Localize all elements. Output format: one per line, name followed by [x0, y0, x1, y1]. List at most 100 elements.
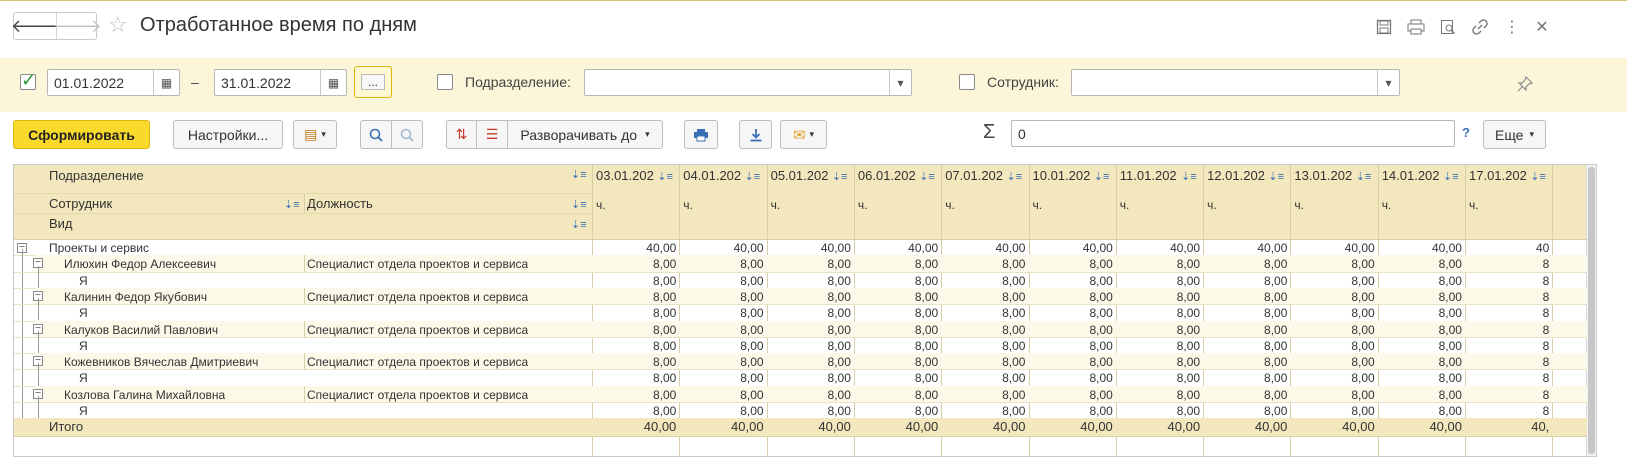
sort-icon[interactable]: ⇣≡ — [571, 168, 587, 181]
employee-value: 8,00 — [1264, 322, 1288, 337]
variants-button[interactable]: ▤ ▾ — [293, 120, 337, 149]
forward-arrow-icon[interactable]: 🡒 — [53, 13, 102, 39]
kind-value: 8,00 — [740, 371, 764, 386]
send-email-button[interactable]: ✉ ▾ — [780, 120, 827, 149]
tree-guide — [22, 249, 23, 419]
employee-value: 8,00 — [1089, 257, 1113, 272]
vertical-scrollbar[interactable] — [1586, 165, 1596, 456]
sort-icon[interactable]: ⇣≡ — [1181, 170, 1197, 183]
report-table[interactable]: Подразделение ⇣≡ Сотрудник ⇣≡ Должность ⇣≡ Вид… — [13, 164, 1597, 457]
column-divider — [304, 193, 305, 213]
help-icon[interactable]: ? — [1462, 125, 1470, 140]
employee-value: 8,00 — [740, 355, 764, 370]
dropdown-icon[interactable]: ▾ — [889, 70, 911, 95]
download-icon — [750, 128, 761, 141]
calendar-icon[interactable]: ▦ — [153, 70, 179, 95]
kind-value: 8,00 — [1002, 338, 1026, 353]
pin-icon[interactable] — [1513, 72, 1537, 96]
close-icon[interactable]: ✕ — [1530, 15, 1554, 39]
kind-value: 8,00 — [1351, 306, 1375, 321]
save-icon[interactable] — [1372, 15, 1396, 39]
row-divider — [14, 436, 1587, 438]
period-checkbox[interactable] — [20, 70, 36, 91]
employee-value: 8,00 — [1176, 322, 1201, 337]
sort-icon[interactable]: ⇣≡ — [1094, 170, 1110, 183]
employee-value: 8,00 — [1438, 355, 1462, 370]
kind-value: 8,00 — [1438, 273, 1462, 288]
kind-value: 8,00 — [1089, 338, 1113, 353]
dropdown-icon[interactable]: ▾ — [1377, 70, 1399, 95]
employee-name: Илюхин Федор Алексеевич — [64, 257, 217, 272]
favorite-star-icon[interactable]: ☆ — [108, 12, 128, 38]
period-select-button[interactable]: ... — [354, 66, 392, 98]
more-vertical-icon[interactable]: ⋮ — [1500, 15, 1524, 39]
employee-value: 8,00 — [827, 257, 851, 272]
sort-icon[interactable]: ⇣≡ — [832, 170, 848, 183]
kind-value: 8,00 — [1264, 404, 1288, 418]
sort-icon[interactable]: ⇣≡ — [919, 170, 935, 183]
department-checkbox[interactable] — [437, 74, 453, 90]
expand-to-button[interactable]: Разворачивать до ▾ — [507, 120, 663, 149]
kind-value: 8,00 — [1438, 338, 1462, 353]
employee-value: 8,00 — [914, 257, 939, 272]
sort-icon[interactable]: ⇣≡ — [1268, 170, 1284, 183]
scrollbar-thumb[interactable] — [1588, 167, 1595, 454]
sort-icon[interactable]: ⇣≡ — [571, 198, 587, 211]
employee-field[interactable]: ▾ — [1071, 69, 1400, 96]
date-to-field[interactable]: 31.01.2022 ▦ — [214, 69, 347, 96]
sort-icon[interactable]: ⇣≡ — [1007, 170, 1023, 183]
employee-value: 8,00 — [1351, 322, 1375, 337]
print-button[interactable] — [684, 120, 718, 149]
calendar-icon[interactable]: ▦ — [320, 70, 346, 95]
employee-value: 8,00 — [914, 322, 939, 337]
employee-position: Специалист отдела проектов и сервиса — [307, 387, 529, 402]
report-variants-icon: ▤ — [304, 126, 318, 142]
tree-guide — [38, 298, 39, 321]
expand-button[interactable]: ☰ — [476, 120, 508, 149]
sort-icon[interactable]: ⇣≡ — [745, 170, 761, 183]
total-value: 40,00 — [643, 419, 677, 435]
group-value: 40,00 — [1344, 241, 1375, 255]
kind-value: 8,00 — [652, 306, 677, 321]
print-icon[interactable] — [1404, 15, 1428, 39]
employee-value: 8,00 — [652, 355, 677, 370]
kind-value: 8,00 — [827, 306, 851, 321]
settings-button[interactable]: Настройки... — [173, 120, 283, 149]
sum-field[interactable]: 0 — [1011, 120, 1455, 147]
row-divider — [14, 336, 1587, 338]
employee-value: 8 — [1542, 257, 1550, 272]
sort-icon[interactable]: ⇣≡ — [1356, 170, 1372, 183]
cancel-search-button[interactable] — [391, 120, 423, 149]
more-button[interactable]: Еще ▾ — [1483, 120, 1546, 149]
kind-value: 8,00 — [1089, 306, 1113, 321]
kind-value: 8,00 — [1351, 371, 1375, 386]
date-from-field[interactable]: 01.01.2022 ▦ — [47, 69, 180, 96]
download-button[interactable] — [739, 120, 772, 149]
collapse-button[interactable]: ⇅ — [446, 120, 477, 149]
expand-to-label: Разворачивать до — [520, 126, 638, 143]
kind-value: 8,00 — [827, 404, 851, 418]
department-field[interactable]: ▾ — [584, 69, 912, 96]
sort-icon[interactable]: ⇣≡ — [1530, 170, 1546, 183]
group-value: 40,00 — [1170, 241, 1201, 255]
employee-name: Калуков Василий Павлович — [64, 322, 219, 337]
sort-icon[interactable]: ⇣≡ — [284, 198, 300, 211]
employee-value: 8,00 — [914, 387, 939, 402]
sort-icon[interactable]: ⇣≡ — [1443, 170, 1459, 183]
header-unit: ч. — [857, 198, 868, 212]
header-unit: ч. — [945, 198, 955, 212]
sort-icon[interactable]: ⇣≡ — [571, 218, 587, 231]
column-divider — [304, 320, 305, 337]
kind-value: 8,00 — [1176, 306, 1201, 321]
search-button[interactable] — [360, 120, 392, 149]
sort-icon[interactable]: ⇣≡ — [657, 170, 673, 183]
link-icon[interactable] — [1468, 15, 1492, 39]
employee-checkbox[interactable] — [959, 74, 975, 90]
generate-button[interactable]: Сформировать — [13, 120, 150, 149]
back-arrow-icon[interactable]: 🡐 — [11, 13, 59, 39]
kind-value: 8,00 — [1264, 338, 1288, 353]
employee-name: Калинин Федор Якубович — [64, 289, 207, 304]
employee-position: Специалист отдела проектов и сервиса — [307, 257, 529, 272]
employee-value: 8,00 — [652, 322, 677, 337]
preview-icon[interactable] — [1436, 15, 1460, 39]
